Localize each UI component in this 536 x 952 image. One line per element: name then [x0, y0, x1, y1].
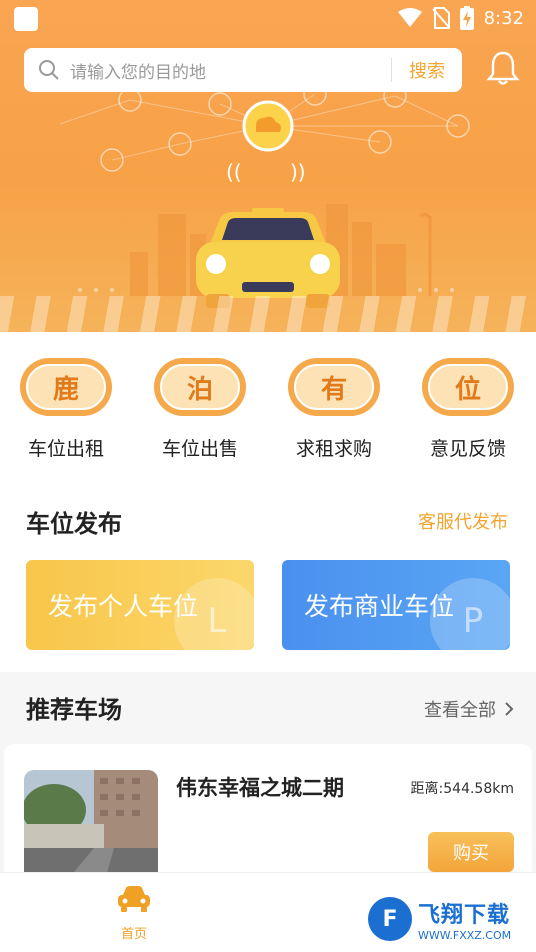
watermark-logo-icon: F: [368, 897, 412, 941]
shortcut-sell[interactable]: 泊 车位出售: [140, 358, 260, 461]
buy-button[interactable]: 购买: [428, 832, 514, 872]
publish-personal-button[interactable]: 发布个人车位 L: [26, 560, 254, 650]
publish-commercial-button[interactable]: 发布商业车位 P: [282, 560, 510, 650]
watermark-main: 飞翔下载: [418, 902, 511, 928]
parking-lot-name: 伟东幸福之城二期: [176, 776, 344, 800]
shortcut-rent-out[interactable]: 鹿 车位出租: [6, 358, 126, 461]
parking-lot-distance: 距离:544.58km: [410, 781, 514, 797]
signal-left-icon: ((: [226, 160, 242, 184]
shortcut-grid: 鹿 车位出租 泊 车位出售 有 求租求购 位 意见反馈: [0, 332, 536, 480]
signal-right-icon: )): [290, 160, 306, 184]
search-button[interactable]: 搜索: [392, 57, 462, 83]
shortcut-feedback[interactable]: 位 意见反馈: [408, 358, 528, 461]
car-illustration: [196, 208, 340, 308]
shortcut-label: 意见反馈: [429, 438, 506, 460]
bell-icon[interactable]: [486, 50, 520, 86]
watermark: F 飞翔下载 WWW.FXXZ.COM: [368, 895, 526, 943]
watermark-sub: WWW.FXXZ.COM: [418, 928, 512, 942]
wifi-icon: [397, 8, 422, 27]
parking-lot-photo: [24, 770, 158, 884]
status-bar: 8:32: [0, 0, 536, 36]
battery-charging-icon: [459, 6, 474, 30]
publish-title: 车位发布: [26, 510, 122, 538]
app-notification-icon: [14, 7, 38, 31]
bottom-tab-bar: 首页 F 飞翔下载 WWW.FXXZ.COM: [0, 872, 536, 952]
road-stripes: [0, 296, 536, 332]
shortcut-wanted[interactable]: 有 求租求购: [274, 358, 394, 461]
tab-home-label: 首页: [120, 927, 147, 942]
shortcut-badge: 鹿: [26, 364, 106, 410]
status-time: 8:32: [483, 7, 524, 29]
parking-lot-card[interactable]: 伟东幸福之城二期 距离:544.58km 购买: [4, 744, 532, 884]
no-sim-icon: [431, 7, 450, 29]
shortcut-label: 车位出售: [161, 438, 238, 460]
shortcut-badge: 泊: [160, 364, 240, 410]
service-publish-link[interactable]: 客服代发布: [418, 508, 508, 534]
search-icon: [39, 60, 59, 80]
view-all-link[interactable]: 查看全部: [424, 696, 514, 722]
chevron-right-icon: [505, 702, 514, 716]
hero-banner: 8:32 请输入您的目的地 搜索 (()): [0, 0, 536, 332]
shortcut-badge: 位: [428, 364, 508, 410]
car-icon: [118, 886, 150, 912]
recommend-title: 推荐车场: [26, 696, 122, 724]
tab-home[interactable]: 首页: [104, 885, 164, 942]
view-all-label: 查看全部: [424, 700, 496, 721]
search-input[interactable]: 请输入您的目的地: [70, 58, 391, 83]
shortcut-label: 车位出租: [27, 438, 104, 460]
shortcut-label: 求租求购: [295, 438, 372, 460]
shortcut-badge: 有: [294, 364, 374, 410]
